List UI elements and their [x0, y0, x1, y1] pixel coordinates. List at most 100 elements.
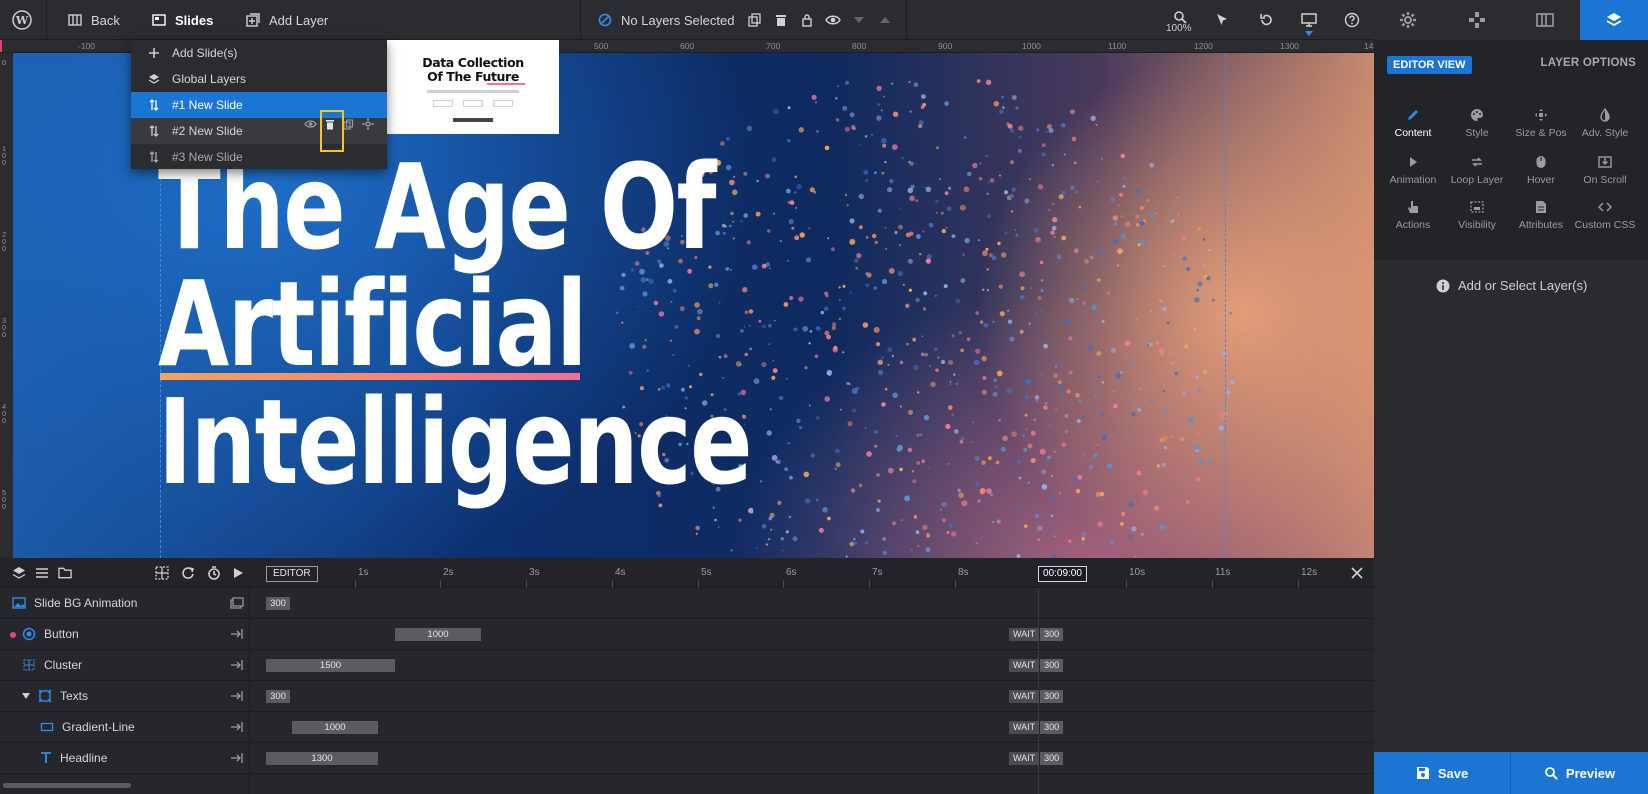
- particle: [1097, 180, 1099, 183]
- grid-snap-icon[interactable]: [155, 566, 169, 580]
- option-on-scroll[interactable]: On Scroll: [1573, 154, 1637, 186]
- global-layers-item[interactable]: Global Layers: [131, 66, 387, 92]
- particle: [1166, 321, 1170, 325]
- arrow-right-icon[interactable]: [230, 628, 244, 642]
- eye-icon[interactable]: [304, 119, 317, 129]
- option-loop-layer[interactable]: Loop Layer: [1445, 154, 1509, 186]
- option-content[interactable]: Content: [1381, 107, 1445, 139]
- particle: [830, 247, 835, 252]
- arrow-right-icon[interactable]: [230, 752, 244, 766]
- duplicate-icon[interactable]: [746, 11, 764, 29]
- particle: [1229, 311, 1233, 315]
- particle: [1120, 215, 1123, 218]
- timeline-row-cluster[interactable]: Cluster 1500 WAIT 300: [0, 650, 1374, 681]
- particle: [866, 272, 872, 278]
- slide-item-1[interactable]: #1 New Slide: [131, 92, 387, 118]
- arrow-down-icon[interactable]: [850, 11, 868, 29]
- timeline-editor-tag[interactable]: EDITOR: [266, 566, 318, 582]
- arrow-right-icon[interactable]: [230, 721, 244, 735]
- animation-bar[interactable]: 300: [266, 597, 290, 610]
- desktop-view-icon[interactable]: [1300, 11, 1318, 29]
- current-time-marker[interactable]: 00:09:00: [1038, 566, 1087, 582]
- slides-button[interactable]: Slides: [152, 0, 213, 40]
- layers-icon[interactable]: [12, 566, 26, 580]
- animation-bar[interactable]: 1000: [292, 721, 378, 734]
- option-custom-css[interactable]: Custom CSS: [1573, 199, 1637, 231]
- save-button[interactable]: Save: [1374, 752, 1510, 794]
- close-icon[interactable]: [1350, 566, 1364, 580]
- folder-icon[interactable]: [58, 566, 72, 580]
- timeline-row-button[interactable]: Button 1000 WAIT 300: [0, 619, 1374, 650]
- wordpress-logo-icon[interactable]: W: [12, 10, 32, 30]
- timeline-row-headline[interactable]: Headline 1300 WAIT 300: [0, 743, 1374, 774]
- timeline-row-slide-bg[interactable]: Slide BG Animation 300: [0, 588, 1374, 619]
- animation-bar[interactable]: 300: [266, 690, 290, 703]
- add-layer-button[interactable]: Add Layer: [246, 0, 328, 40]
- wait-block[interactable]: WAIT 300: [1009, 721, 1064, 734]
- timeline-scrollbar[interactable]: [3, 783, 131, 788]
- slide-item-3[interactable]: #3 New Slide: [131, 144, 387, 170]
- option-attributes[interactable]: Attributes: [1509, 199, 1573, 231]
- particle: [796, 418, 801, 423]
- list-icon[interactable]: [35, 566, 49, 580]
- back-button[interactable]: Back: [68, 0, 120, 40]
- particle: [1194, 297, 1200, 303]
- timeline-row-texts[interactable]: Texts 300 WAIT 300: [0, 681, 1374, 712]
- caret-down-icon[interactable]: [22, 693, 30, 699]
- editor-view-badge[interactable]: EDITOR VIEW: [1387, 56, 1472, 74]
- timer-icon[interactable]: [207, 566, 221, 580]
- timeline-row-gradient-line[interactable]: Gradient-Line 1000 WAIT 300: [0, 712, 1374, 743]
- option-hover[interactable]: Hover: [1509, 154, 1573, 186]
- particle: [1025, 404, 1028, 407]
- option-actions[interactable]: Actions: [1381, 199, 1445, 231]
- add-layer-label: Add Layer: [269, 12, 329, 28]
- arrow-up-icon[interactable]: [876, 11, 894, 29]
- option-visibility[interactable]: Visibility: [1445, 199, 1509, 231]
- tab-settings[interactable]: [1374, 0, 1443, 40]
- trash-icon[interactable]: [772, 11, 790, 29]
- particle: [1068, 539, 1072, 543]
- tab-navigation[interactable]: [1442, 0, 1511, 40]
- headline-line-3[interactable]: Intelligence: [158, 383, 752, 501]
- add-slides-item[interactable]: Add Slide(s): [131, 40, 387, 66]
- undo-icon[interactable]: [1257, 11, 1275, 29]
- preview-button[interactable]: Preview: [1511, 752, 1648, 794]
- loop-icon[interactable]: [181, 566, 195, 580]
- animation-bar[interactable]: 1500: [266, 659, 395, 672]
- gear-icon[interactable]: [362, 118, 374, 130]
- particle: [761, 263, 767, 269]
- tab-layers[interactable]: [1579, 0, 1648, 40]
- arrow-right-icon[interactable]: [230, 659, 244, 673]
- eye-icon[interactable]: [824, 11, 842, 29]
- help-icon[interactable]: [1343, 11, 1361, 29]
- option-style[interactable]: Style: [1445, 107, 1509, 139]
- wait-block[interactable]: WAIT 300: [1009, 752, 1064, 765]
- duplicate-icon[interactable]: [343, 118, 354, 130]
- guide-line-right[interactable]: [1225, 53, 1226, 558]
- option-animation[interactable]: Animation: [1381, 154, 1445, 186]
- wait-block[interactable]: WAIT 300: [1009, 659, 1064, 672]
- option-size-pos[interactable]: Size & Pos: [1509, 107, 1573, 139]
- particle: [908, 160, 911, 164]
- animation-bar[interactable]: 1000: [395, 628, 481, 641]
- arrow-right-icon[interactable]: [230, 690, 244, 704]
- layer-options-label[interactable]: LAYER OPTIONS: [1541, 57, 1636, 69]
- ruler-vertical[interactable]: 0 100 200 300 400 500: [0, 53, 13, 558]
- lock-icon[interactable]: [798, 11, 816, 29]
- particle: [902, 283, 905, 286]
- particle: [1053, 495, 1057, 499]
- animation-bar[interactable]: 1300: [266, 752, 378, 765]
- image-settings-icon[interactable]: [230, 597, 244, 611]
- option-adv-style[interactable]: Adv. Style: [1573, 107, 1637, 139]
- cursor-icon[interactable]: [1213, 11, 1231, 29]
- particle: [838, 286, 841, 289]
- slide-preview-thumbnail[interactable]: Data Collection Of The Future: [387, 40, 559, 134]
- wait-block[interactable]: WAIT 300: [1009, 690, 1064, 703]
- play-icon[interactable]: [231, 566, 245, 580]
- wait-block[interactable]: WAIT 300: [1009, 628, 1064, 641]
- particle: [892, 392, 898, 399]
- headline-line-2[interactable]: Artificial: [158, 265, 587, 383]
- particle: [899, 467, 903, 472]
- particle: [766, 430, 772, 436]
- tab-layout[interactable]: [1511, 0, 1580, 40]
